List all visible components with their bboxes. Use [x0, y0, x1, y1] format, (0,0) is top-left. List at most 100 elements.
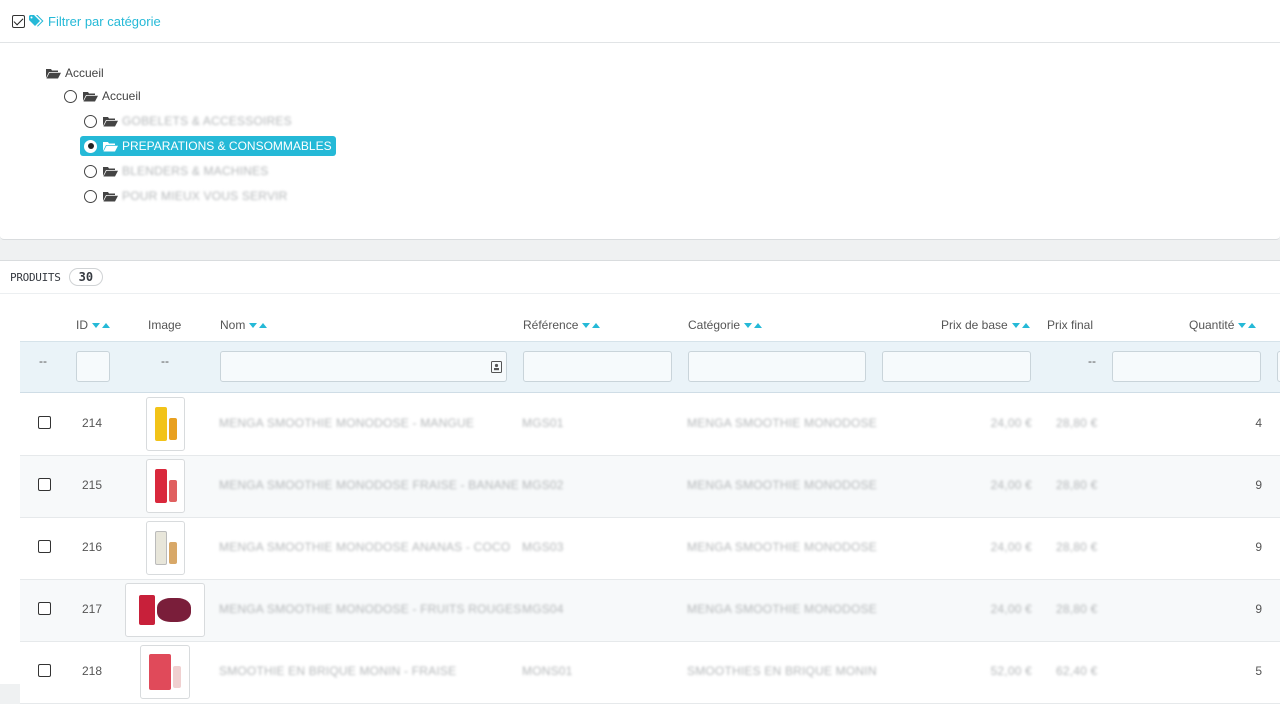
products-title: PRODUITS	[10, 270, 61, 284]
product-thumbnail[interactable]	[125, 583, 205, 637]
caret-up-icon[interactable]	[592, 322, 601, 328]
category-radio[interactable]	[84, 189, 97, 203]
caret-up-icon[interactable]	[1248, 322, 1257, 328]
column-label: Catégorie	[688, 318, 741, 332]
caret-up-icon[interactable]	[102, 322, 110, 328]
quantity-filter-input[interactable]	[1112, 351, 1261, 382]
products-header: PRODUITS 30	[0, 261, 1280, 294]
products-count-badge: 30	[68, 268, 104, 286]
product-image-detail	[168, 542, 177, 564]
tree-item-label: POUR MIEUX VOUS SERVIR	[122, 189, 288, 203]
product-final-price: 28,80 €	[1056, 602, 1098, 616]
sort-controls	[1237, 322, 1257, 328]
id-filter-input[interactable]	[76, 351, 110, 382]
row-select-checkbox[interactable]	[38, 602, 51, 615]
column-header-name[interactable]: Nom	[220, 318, 268, 332]
product-quantity: 5	[1255, 664, 1262, 678]
product-final-price: 28,80 €	[1056, 416, 1098, 430]
name-filter-input[interactable]	[220, 351, 507, 382]
base-price-filter-input[interactable]	[882, 351, 1031, 382]
category-filter-input[interactable]	[688, 351, 866, 382]
tree-item-label: GOBELETS & ACCESSOIRES	[122, 114, 292, 128]
tree-item-home[interactable]: Accueil	[64, 86, 141, 106]
product-base-price: 52,00 €	[990, 664, 1032, 678]
column-header-category[interactable]: Catégorie	[688, 318, 763, 332]
product-base-price: 24,00 €	[990, 416, 1032, 430]
product-image	[139, 595, 155, 625]
column-header-quantity[interactable]: Quantité	[1189, 318, 1257, 332]
caret-down-icon[interactable]	[744, 322, 753, 328]
product-reference: MGS01	[522, 416, 564, 430]
caret-down-icon[interactable]	[92, 322, 100, 328]
table-row[interactable]: 218 SMOOTHIE EN BRIQUE MONIN - FRAISE MO…	[20, 642, 1280, 704]
table-row[interactable]: 214 MENGA SMOOTHIE MONODOSE - MANGUE MGS…	[20, 394, 1280, 456]
caret-up-icon[interactable]	[1021, 322, 1030, 328]
product-category: MENGA SMOOTHIE MONODOSE	[687, 416, 877, 430]
reference-filter-input[interactable]	[523, 351, 672, 382]
product-name[interactable]: MENGA SMOOTHIE MONODOSE FRAISE - BANANE	[219, 478, 519, 492]
sort-controls	[248, 322, 268, 328]
product-base-price: 24,00 €	[990, 540, 1032, 554]
column-label: Quantité	[1189, 318, 1235, 332]
tree-item-category[interactable]: BLENDERS & MACHINES	[84, 161, 269, 181]
tree-root[interactable]: Accueil	[46, 63, 104, 83]
final-price-filter-placeholder: --	[1088, 354, 1096, 368]
tree-item-label: BLENDERS & MACHINES	[122, 164, 269, 178]
row-select-checkbox[interactable]	[38, 540, 51, 553]
product-category: MENGA SMOOTHIE MONODOSE	[687, 540, 877, 554]
caret-down-icon[interactable]	[1238, 322, 1247, 328]
filter-by-category-checkbox[interactable]	[12, 14, 25, 28]
sort-controls	[581, 322, 601, 328]
row-select-checkbox[interactable]	[38, 478, 51, 491]
caret-down-icon[interactable]	[582, 322, 591, 328]
product-thumbnail[interactable]	[146, 397, 185, 451]
category-radio[interactable]	[64, 89, 77, 103]
product-thumbnail[interactable]	[146, 521, 185, 575]
tree-item-category-selected[interactable]: PREPARATIONS & CONSOMMABLES	[80, 136, 336, 156]
product-image	[149, 654, 171, 690]
column-header-id[interactable]: ID	[76, 318, 111, 332]
product-base-price: 24,00 €	[990, 478, 1032, 492]
product-name[interactable]: MENGA SMOOTHIE MONODOSE - FRUITS ROUGES	[219, 602, 522, 616]
table-row[interactable]: 217 MENGA SMOOTHIE MONODOSE - FRUITS ROU…	[20, 580, 1280, 642]
filter-by-category-label: Filtrer par catégorie	[48, 13, 161, 29]
filter-by-category-link[interactable]: Filtrer par catégorie	[29, 14, 161, 29]
row-select-checkbox[interactable]	[38, 664, 51, 677]
caret-up-icon[interactable]	[259, 322, 268, 328]
folder-open-icon	[103, 116, 118, 126]
product-image	[154, 531, 167, 565]
tree-item-category[interactable]: GOBELETS & ACCESSOIRES	[84, 111, 292, 131]
category-radio-checked[interactable]	[84, 139, 97, 153]
product-thumbnail[interactable]	[146, 459, 185, 513]
product-name[interactable]: MENGA SMOOTHIE MONODOSE ANANAS - COCO	[219, 540, 510, 554]
category-radio[interactable]	[84, 114, 97, 128]
category-radio[interactable]	[84, 164, 97, 178]
caret-down-icon[interactable]	[1011, 322, 1020, 328]
product-id: 217	[82, 602, 103, 616]
row-select-checkbox[interactable]	[38, 416, 51, 429]
column-label: ID	[76, 318, 88, 332]
tree-item-category[interactable]: POUR MIEUX VOUS SERVIR	[84, 186, 288, 206]
product-quantity: 9	[1255, 602, 1262, 616]
product-category: MENGA SMOOTHIE MONODOSE	[687, 478, 877, 492]
caret-up-icon[interactable]	[754, 322, 763, 328]
caret-down-icon[interactable]	[249, 322, 258, 328]
table-row[interactable]: 215 MENGA SMOOTHIE MONODOSE FRAISE - BAN…	[20, 456, 1280, 518]
product-base-price: 24,00 €	[990, 602, 1032, 616]
product-reference: MGS04	[522, 602, 564, 616]
product-category: SMOOTHIES EN BRIQUE MONIN	[687, 664, 877, 678]
product-category: MENGA SMOOTHIE MONODOSE	[687, 602, 877, 616]
product-quantity: 9	[1255, 540, 1262, 554]
product-final-price: 28,80 €	[1056, 540, 1098, 554]
product-id: 218	[82, 664, 103, 678]
category-filter-header: Filtrer par catégorie	[0, 0, 1280, 43]
product-name[interactable]: SMOOTHIE EN BRIQUE MONIN - FRAISE	[219, 664, 456, 678]
folder-open-icon	[103, 191, 118, 201]
column-header-reference[interactable]: Référence	[523, 318, 601, 332]
product-name[interactable]: MENGA SMOOTHIE MONODOSE - MANGUE	[219, 416, 474, 430]
table-row[interactable]: 216 MENGA SMOOTHIE MONODOSE ANANAS - COC…	[20, 518, 1280, 580]
product-quantity: 9	[1255, 478, 1262, 492]
product-image-detail	[168, 480, 177, 502]
product-thumbnail[interactable]	[140, 645, 190, 699]
column-header-base-price[interactable]: Prix de base	[941, 318, 1031, 332]
